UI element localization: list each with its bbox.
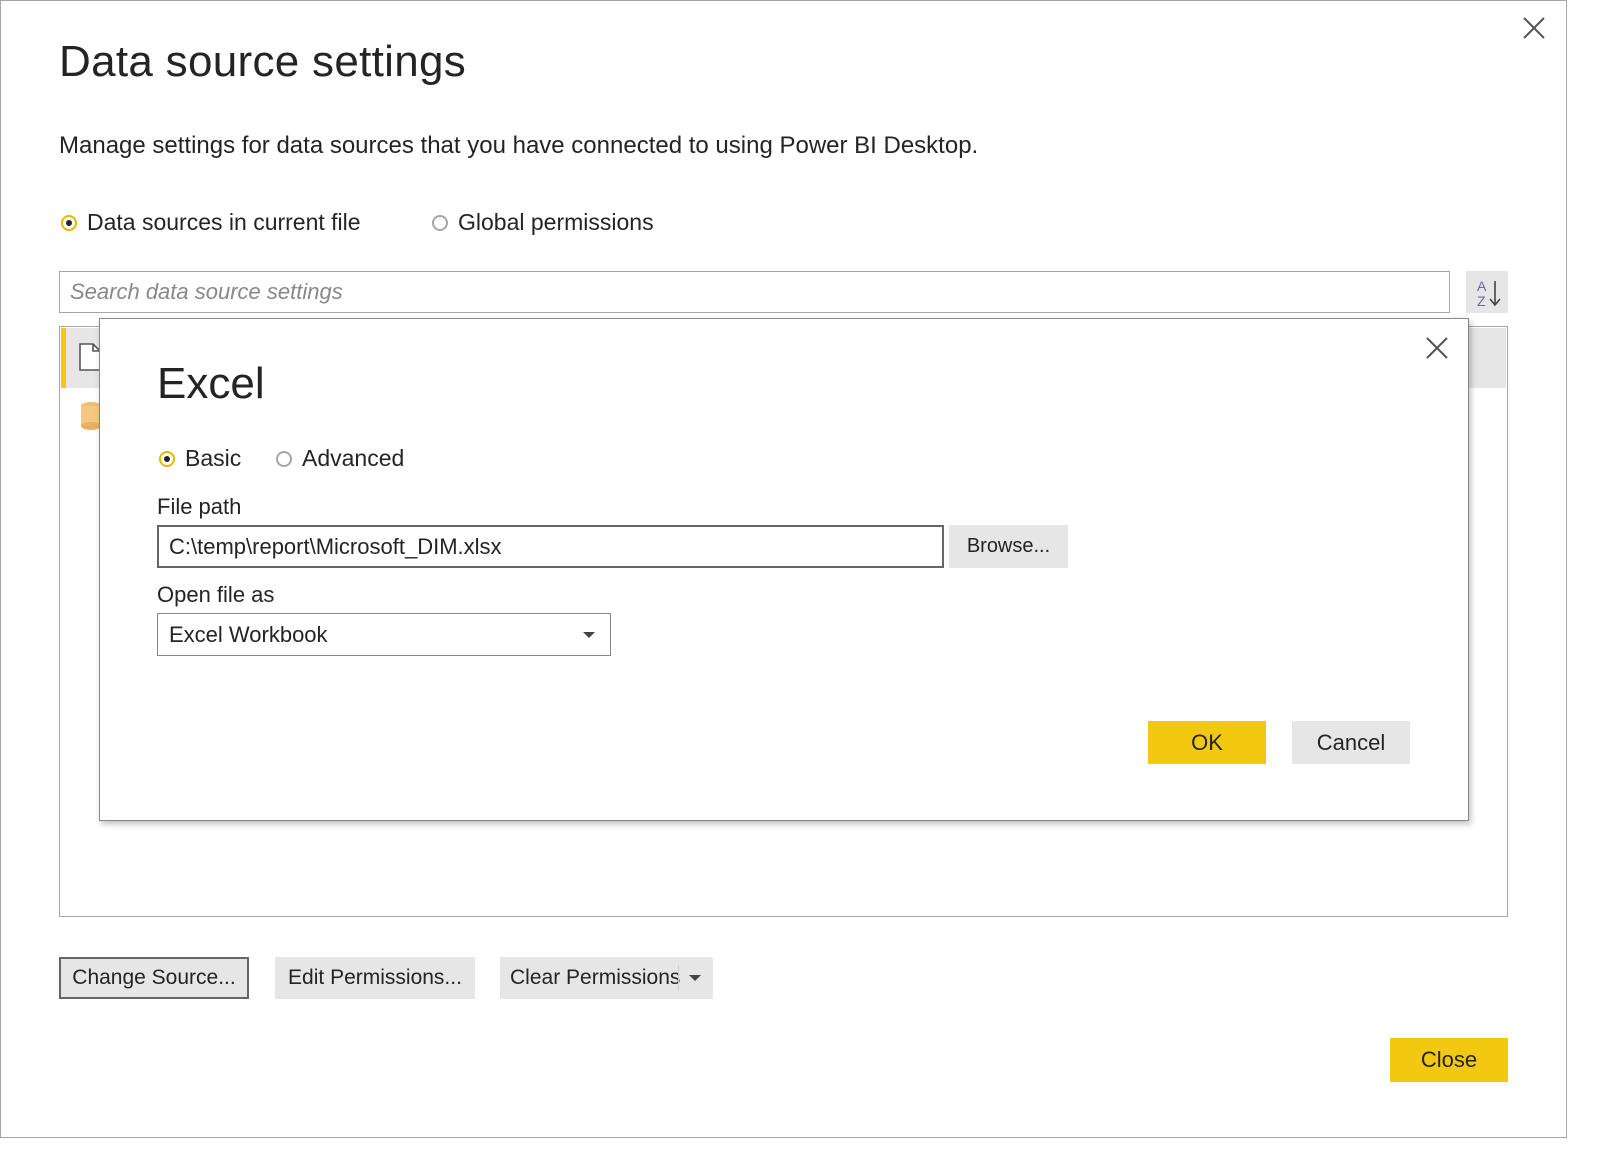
- change-source-button[interactable]: Change Source...: [59, 957, 249, 999]
- clear-permissions-split-button[interactable]: Clear Permissions: [500, 957, 713, 999]
- radio-label: Advanced: [302, 445, 405, 471]
- svg-text:Z: Z: [1477, 293, 1486, 309]
- data-source-settings-dialog: Data source settings Manage settings for…: [0, 0, 1567, 1138]
- dialog-subtitle: Manage settings for data sources that yo…: [59, 132, 979, 159]
- open-file-as-select[interactable]: Excel Workbook: [157, 613, 611, 656]
- sort-az-icon: A Z: [1477, 278, 1501, 309]
- radio-label: Global permissions: [458, 209, 654, 235]
- page-title: Data source settings: [59, 37, 467, 86]
- file-icon: [79, 343, 101, 371]
- radio-basic[interactable]: Basic: [159, 445, 241, 472]
- file-path-label: File path: [157, 494, 242, 519]
- select-value: Excel Workbook: [169, 621, 328, 647]
- edit-permissions-button[interactable]: Edit Permissions...: [275, 957, 475, 999]
- radio-unchecked-icon: [276, 450, 292, 467]
- radio-advanced[interactable]: Advanced: [276, 445, 404, 472]
- open-file-as-label: Open file as: [157, 582, 275, 607]
- radio-unchecked-icon: [432, 214, 448, 231]
- close-icon[interactable]: [1422, 333, 1452, 363]
- excel-dialog: Excel Basic Advanced File path Browse...…: [99, 318, 1469, 821]
- radio-label: Data sources in current file: [87, 209, 361, 235]
- browse-button[interactable]: Browse...: [949, 525, 1068, 568]
- ok-button[interactable]: OK: [1148, 721, 1266, 764]
- cancel-button[interactable]: Cancel: [1292, 721, 1410, 764]
- radio-checked-icon: [61, 214, 77, 231]
- radio-global-permissions[interactable]: Global permissions: [432, 209, 654, 236]
- close-icon[interactable]: [1519, 13, 1549, 43]
- sort-button[interactable]: A Z: [1466, 271, 1508, 313]
- excel-dialog-title: Excel: [157, 359, 265, 408]
- split-divider: [678, 965, 679, 991]
- chevron-down-icon: [583, 632, 595, 638]
- clear-permissions-label: Clear Permissions: [510, 966, 681, 989]
- radio-current-file[interactable]: Data sources in current file: [61, 209, 361, 236]
- radio-checked-icon: [159, 450, 175, 467]
- chevron-down-icon[interactable]: [689, 975, 701, 981]
- radio-label: Basic: [185, 445, 242, 471]
- search-input[interactable]: [59, 271, 1450, 313]
- close-button[interactable]: Close: [1390, 1038, 1508, 1082]
- file-path-input[interactable]: [157, 525, 944, 568]
- svg-text:A: A: [1477, 278, 1487, 294]
